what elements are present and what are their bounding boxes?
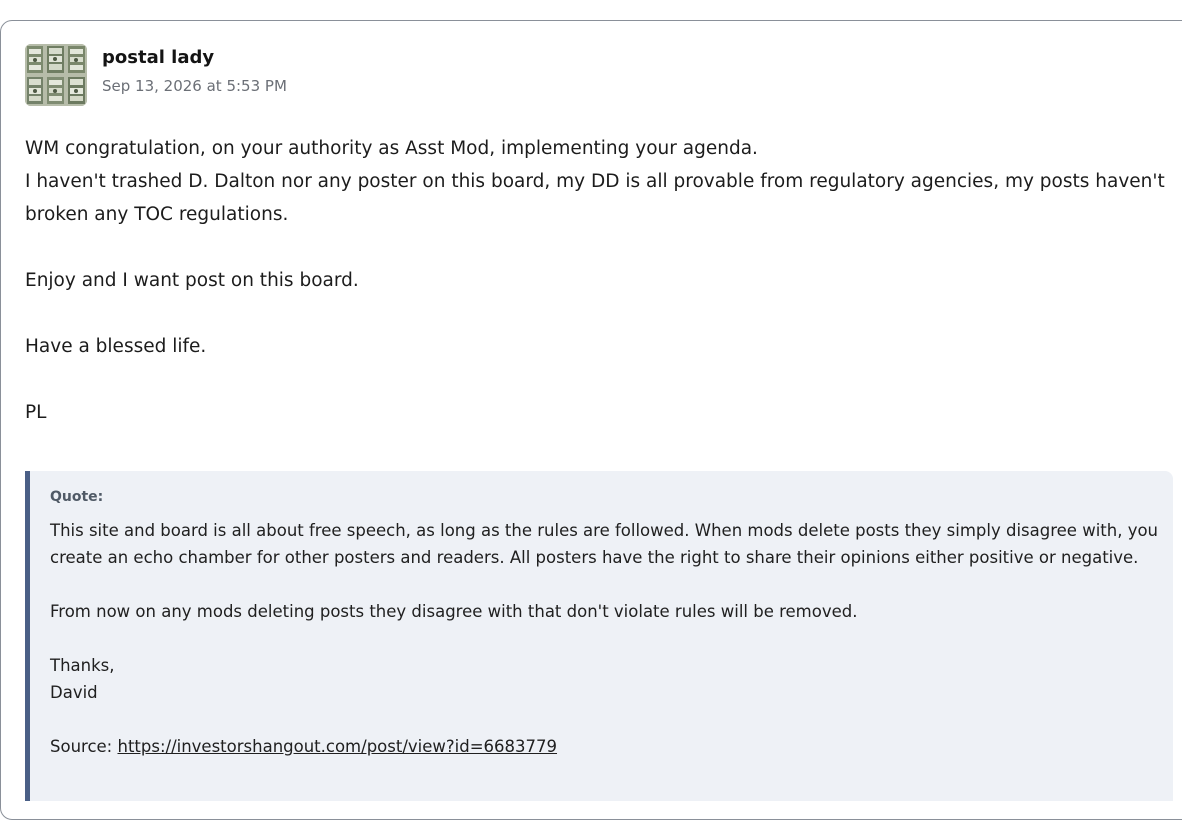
post-card: postal lady Sep 13, 2026 at 5:53 PM WM c… — [0, 20, 1182, 820]
quote-source: Source: https://investorshangout.com/pos… — [50, 733, 1173, 760]
source-link[interactable]: https://investorshangout.com/post/view?i… — [117, 737, 557, 756]
post-timestamp: Sep 13, 2026 at 5:53 PM — [102, 77, 287, 95]
quote-paragraph: From now on any mods deleting posts they… — [50, 602, 858, 621]
post-body: WM congratulation, on your authority as … — [25, 132, 1175, 429]
money-stack-avatar-icon — [25, 44, 87, 106]
avatar[interactable] — [25, 44, 87, 106]
post-line: Enjoy and I want post on this board. — [25, 270, 359, 291]
quote-paragraph: This site and board is all about free sp… — [50, 521, 1159, 567]
quote-block: Quote: This site and board is all about … — [25, 471, 1173, 801]
quote-signature: David — [50, 683, 98, 702]
post-signature: PL — [25, 402, 47, 423]
post-line: Have a blessed life. — [25, 336, 207, 357]
author-name[interactable]: postal lady — [102, 47, 214, 68]
source-label: Source: — [50, 737, 113, 756]
post-line: I haven't trashed D. Dalton nor any post… — [25, 171, 1165, 225]
post-line: WM congratulation, on your authority as … — [25, 138, 758, 159]
quote-body: This site and board is all about free sp… — [50, 517, 1173, 760]
quote-label: Quote: — [50, 489, 104, 505]
quote-signoff: Thanks, — [50, 656, 115, 675]
